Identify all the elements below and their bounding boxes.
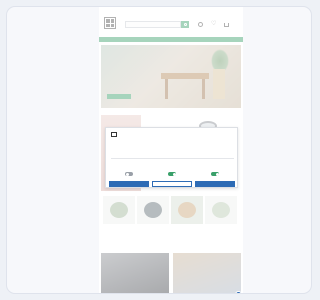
deny-button[interactable] — [109, 181, 149, 187]
consent-option-marketing — [195, 161, 235, 180]
screenshot-frame: ♡ — [6, 6, 312, 294]
chat-icon[interactable] — [235, 291, 242, 293]
divider — [111, 158, 234, 159]
shop-page: ♡ — [99, 7, 243, 293]
allow-all-button[interactable] — [195, 181, 235, 187]
consent-toggle[interactable] — [125, 172, 133, 176]
consent-toggle[interactable] — [211, 172, 219, 176]
allow-selection-button[interactable] — [152, 181, 192, 187]
cookie-consent-dialog — [105, 127, 238, 188]
dialog-logo — [111, 132, 117, 137]
consent-toggle[interactable] — [168, 172, 176, 176]
consent-option-statistics — [152, 161, 192, 180]
consent-option-necessary — [109, 161, 149, 180]
